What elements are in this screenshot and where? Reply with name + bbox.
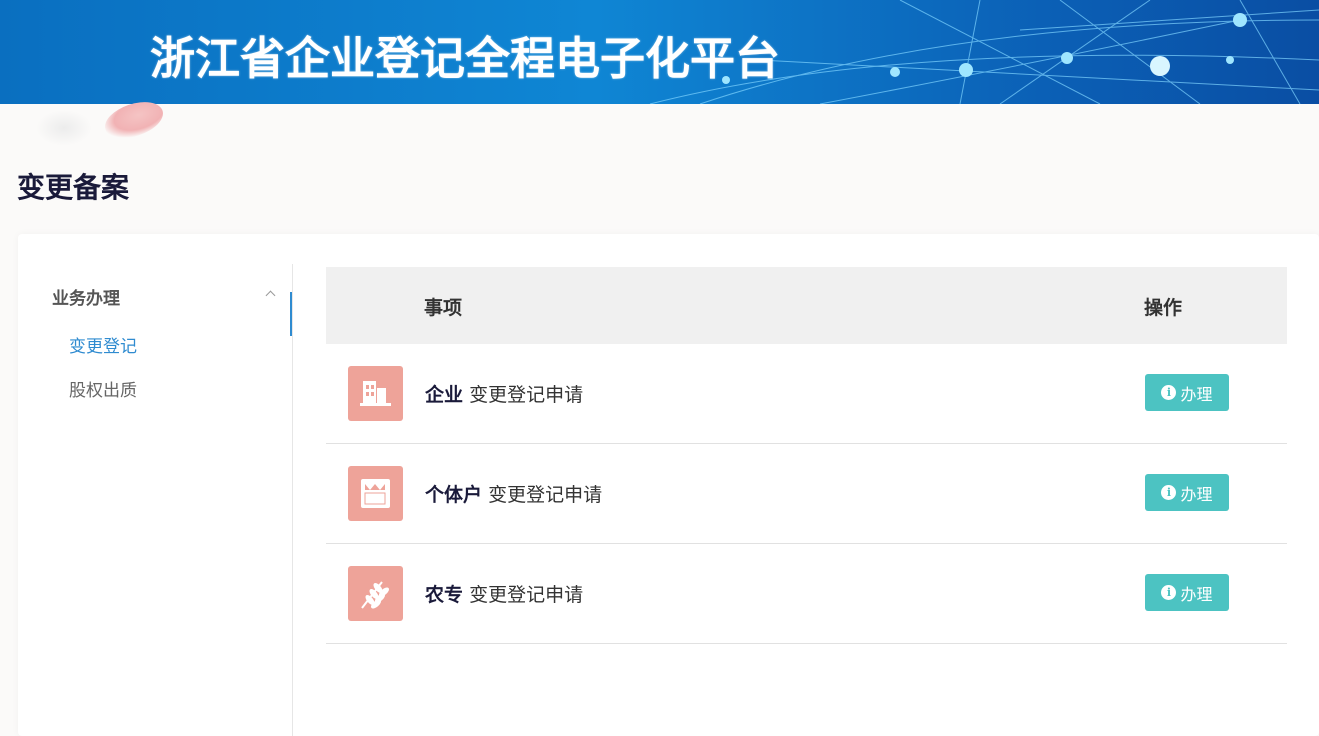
handle-button-label: 办理 bbox=[1180, 384, 1213, 404]
content-card: 业务办理 变更登记 股权出质 事项 操作 企业 变更登记申请 i 办理 个体户 … bbox=[18, 234, 1319, 736]
row-desc: 变更登记申请 bbox=[488, 484, 603, 506]
info-icon: i bbox=[1161, 385, 1177, 400]
wheat-icon bbox=[348, 566, 403, 621]
info-icon: i bbox=[1161, 585, 1177, 600]
handle-button-label: 办理 bbox=[1180, 584, 1213, 604]
platform-title: 浙江省企业登记全程电子化平台 bbox=[150, 32, 781, 85]
row-desc: 变更登记申请 bbox=[469, 584, 584, 606]
sidebar-group-label: 业务办理 bbox=[52, 289, 120, 309]
row-type: 企业 bbox=[425, 384, 464, 406]
sidebar: 业务办理 变更登记 股权出质 bbox=[18, 264, 293, 736]
active-indicator bbox=[290, 292, 292, 336]
items-table: 事项 操作 企业 变更登记申请 i 办理 个体户 变更登记申请 i 办理 农专 … bbox=[326, 267, 1287, 644]
table-header: 事项 操作 bbox=[326, 267, 1287, 344]
handle-button-enterprise[interactable]: i 办理 bbox=[1145, 374, 1229, 411]
row-type: 个体户 bbox=[425, 484, 483, 506]
row-label: 企业 变更登记申请 bbox=[425, 380, 583, 407]
info-icon: i bbox=[1161, 485, 1177, 500]
shop-icon bbox=[348, 466, 403, 521]
table-row: 个体户 变更登记申请 i 办理 bbox=[326, 444, 1287, 544]
page-title: 变更备案 bbox=[17, 171, 130, 204]
sidebar-group-business[interactable]: 业务办理 bbox=[52, 284, 276, 310]
sidebar-item-change-registration[interactable]: 变更登记 bbox=[69, 332, 137, 357]
handle-button-cooperative[interactable]: i 办理 bbox=[1145, 574, 1229, 611]
building-icon bbox=[348, 366, 403, 421]
sidebar-item-equity-pledge[interactable]: 股权出质 bbox=[69, 376, 137, 401]
handle-button-label: 办理 bbox=[1180, 484, 1213, 504]
row-label: 个体户 变更登记申请 bbox=[425, 480, 602, 507]
chevron-up-icon bbox=[265, 290, 276, 301]
decorative-flower bbox=[36, 110, 92, 146]
header-banner: 浙江省企业登记全程电子化平台 bbox=[0, 0, 1319, 104]
row-label: 农专 变更登记申请 bbox=[425, 580, 583, 607]
table-row: 农专 变更登记申请 i 办理 bbox=[326, 544, 1287, 644]
table-row: 企业 变更登记申请 i 办理 bbox=[326, 344, 1287, 444]
header-action: 操作 bbox=[1144, 297, 1183, 319]
row-type: 农专 bbox=[425, 584, 464, 606]
handle-button-individual[interactable]: i 办理 bbox=[1145, 474, 1229, 511]
row-desc: 变更登记申请 bbox=[469, 384, 584, 406]
header-item: 事项 bbox=[424, 297, 463, 319]
